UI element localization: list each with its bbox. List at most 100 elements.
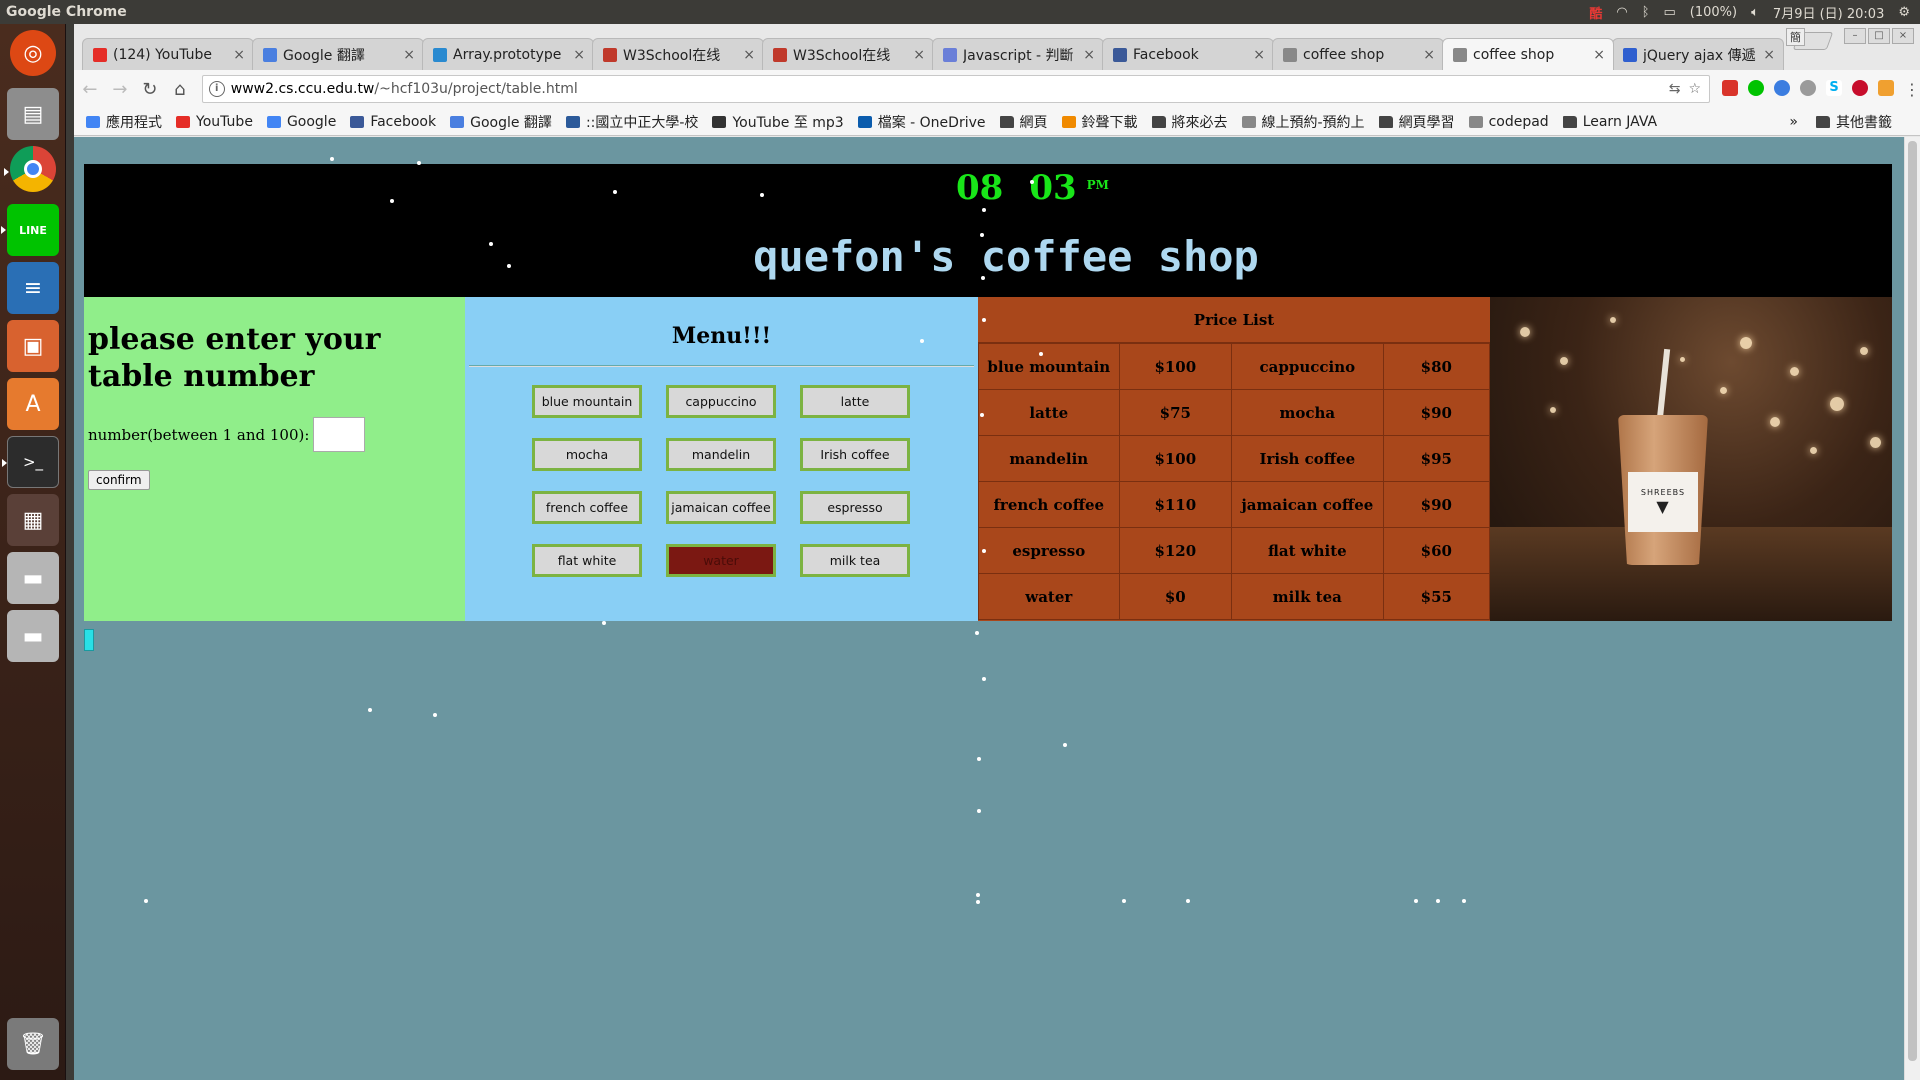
line-app-icon[interactable]: LINE — [1, 204, 59, 256]
price-item-name: cappuccino — [1231, 343, 1384, 390]
other-bookmarks-folder[interactable]: 其他書籤 — [1816, 112, 1892, 132]
impress-icon[interactable]: ▣ — [7, 320, 59, 372]
bookmark-item[interactable]: 檔案 - OneDrive — [857, 112, 986, 132]
line-extension-icon[interactable] — [1748, 79, 1765, 96]
ubuntu-dash-icon[interactable]: ◎ — [10, 30, 56, 76]
snow-particle — [1436, 899, 1440, 903]
close-window-button[interactable]: × — [1892, 28, 1914, 44]
bookmark-item[interactable]: 線上預約-預約上 — [1241, 112, 1365, 132]
tab-close-icon[interactable]: × — [233, 47, 245, 63]
browser-tab[interactable]: W3School在线 × — [762, 38, 934, 70]
software-center-icon[interactable]: A — [7, 378, 59, 430]
bookmark-item[interactable]: Google 翻譯 — [450, 112, 552, 132]
tab-close-icon[interactable]: × — [743, 47, 755, 63]
tab-close-icon[interactable]: × — [1253, 47, 1265, 63]
browser-tab[interactable]: Javascript - 判斷 × — [932, 38, 1104, 70]
tab-label: Facebook — [1133, 46, 1199, 63]
tab-close-icon[interactable]: × — [573, 47, 585, 63]
site-info-icon[interactable]: i — [208, 81, 225, 97]
bookmark-item[interactable]: 網頁 — [999, 112, 1048, 132]
tab-close-icon[interactable]: × — [1083, 47, 1095, 63]
ime-indicator[interactable]: 簡 — [1786, 28, 1805, 46]
browser-tab[interactable]: coffee shop × — [1442, 38, 1614, 70]
bookmark-item[interactable]: 鈴聲下載 — [1061, 112, 1138, 132]
chrome-menu-icon[interactable]: ⋮ — [1904, 80, 1920, 99]
menu-item-button[interactable]: french coffee — [532, 491, 642, 524]
download-extension-icon[interactable] — [1774, 79, 1791, 96]
browser-tab[interactable]: W3School在线 × — [592, 38, 764, 70]
bookmark-item[interactable]: codepad — [1468, 114, 1549, 130]
bookmark-item[interactable]: 網頁學習 — [1378, 112, 1455, 132]
tab-close-icon[interactable]: × — [403, 47, 415, 63]
bookmark-item[interactable]: YouTube 至 mp3 — [712, 112, 844, 132]
menu-item-button[interactable]: blue mountain — [532, 385, 642, 418]
bookmark-item[interactable]: YouTube — [176, 114, 253, 130]
file-manager-icon[interactable]: ▤ — [7, 88, 59, 140]
menu-item-button[interactable]: milk tea — [800, 544, 910, 577]
trash-icon[interactable]: 🗑︎ — [7, 1018, 59, 1070]
confirm-button[interactable]: confirm — [88, 470, 150, 490]
browser-tab[interactable]: jQuery ajax 傳遞 × — [1612, 38, 1784, 70]
forward-button[interactable]: → — [106, 79, 134, 100]
gear-icon[interactable]: ⚙ — [1898, 5, 1910, 20]
tab-close-icon[interactable]: × — [1423, 47, 1435, 63]
browser-tab[interactable]: Facebook × — [1102, 38, 1274, 70]
menu-item-button[interactable]: water — [666, 544, 776, 577]
ringtone-icon — [1061, 115, 1076, 128]
battery-icon[interactable]: ▭ — [1664, 5, 1676, 20]
bookmark-item[interactable]: Learn JAVA — [1562, 114, 1657, 130]
drive-icon[interactable]: ▬ — [7, 552, 59, 604]
address-bar[interactable]: i www2.cs.ccu.edu.tw /~hcf103u/project/t… — [201, 75, 1711, 103]
browser-tab[interactable]: (124) YouTube × — [82, 38, 254, 70]
browser-tab[interactable]: coffee shop × — [1272, 38, 1444, 70]
snow-particle — [976, 900, 980, 904]
menu-item-button[interactable]: mandelin — [666, 438, 776, 471]
folder-icon — [999, 115, 1014, 128]
menu-item-button[interactable]: jamaican coffee — [666, 491, 776, 524]
photo-bokeh-light — [1830, 397, 1844, 411]
bookmarks-overflow-button[interactable]: » — [1789, 114, 1798, 130]
scrollbar-thumb[interactable] — [1908, 141, 1917, 1061]
system-clock[interactable]: 7月9日 (日) 20:03 — [1773, 3, 1884, 22]
menu-item-button[interactable]: espresso — [800, 491, 910, 524]
vertical-scrollbar[interactable] — [1904, 137, 1920, 1080]
minimize-button[interactable]: – — [1844, 28, 1866, 44]
writer-icon[interactable]: ≡ — [7, 262, 59, 314]
tab-close-icon[interactable]: × — [1763, 47, 1775, 63]
terminal-icon[interactable]: >_ — [2, 436, 59, 488]
bookmark-item[interactable]: Google — [266, 114, 336, 130]
drive-icon[interactable]: ▬ — [7, 610, 59, 662]
video-extension-icon[interactable] — [1722, 79, 1739, 96]
home-button[interactable]: ⌂ — [166, 79, 194, 100]
bluetooth-icon[interactable]: ᛒ — [1642, 5, 1650, 20]
browser-tab[interactable]: Google 翻譯 × — [252, 38, 424, 70]
tab-close-icon[interactable]: × — [913, 47, 925, 63]
bookmark-item[interactable]: Facebook — [350, 114, 436, 130]
menu-item-button[interactable]: mocha — [532, 438, 642, 471]
volume-icon[interactable]: 🔈︎ — [1751, 5, 1759, 20]
bookmark-item[interactable]: ::國立中正大學-校 — [565, 112, 698, 132]
back-button[interactable]: ← — [76, 79, 104, 100]
skype-extension-icon[interactable]: S — [1826, 79, 1843, 96]
tab-close-icon[interactable]: × — [1593, 47, 1605, 63]
wifi-icon[interactable]: ◠ — [1616, 5, 1627, 20]
chrome-icon[interactable] — [4, 146, 56, 192]
menu-item-button[interactable]: Irish coffee — [800, 438, 910, 471]
bookmark-star-icon[interactable]: ☆ — [1688, 81, 1701, 97]
workspace-switcher-icon[interactable]: ▦ — [7, 494, 59, 546]
menu-item-button[interactable]: cappuccino — [666, 385, 776, 418]
translate-page-icon[interactable]: ⇆ — [1669, 81, 1681, 97]
maximize-button[interactable]: □ — [1868, 28, 1890, 44]
reload-button[interactable]: ↻ — [136, 79, 164, 100]
table-number-input[interactable] — [313, 417, 366, 452]
privacy-extension-icon[interactable] — [1800, 79, 1817, 96]
adblock-plus-icon[interactable] — [1852, 79, 1869, 96]
input-method-icon[interactable]: 酷 — [1589, 3, 1602, 22]
tab-strip: (124) YouTube × Google 翻譯 × Array.prototype ×… — [74, 38, 1920, 70]
menu-item-button[interactable]: flat white — [532, 544, 642, 577]
bookmark-item[interactable]: 將來必去 — [1151, 112, 1228, 132]
menu-item-button[interactable]: latte — [800, 385, 910, 418]
bookmark-item[interactable]: 應用程式 — [86, 112, 162, 132]
browser-tab[interactable]: Array.prototype × — [422, 38, 594, 70]
honey-extension-icon[interactable] — [1878, 79, 1895, 96]
